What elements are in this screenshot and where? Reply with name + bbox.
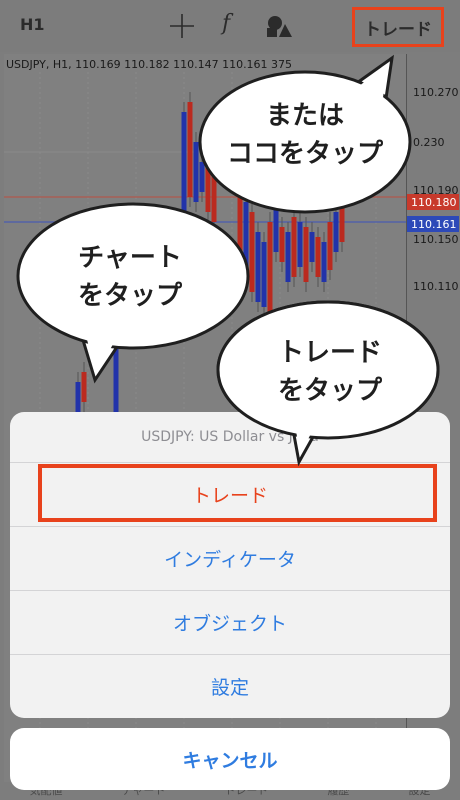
callout-line: または (265, 101, 344, 131)
callout-line: をタップ (277, 375, 382, 406)
action-sheet-title: USDJPY: US Dollar vs Japa (10, 412, 450, 463)
callout-text-right: トレード をタップ (225, 335, 435, 410)
sheet-item-objects[interactable]: オブジェクト (10, 591, 450, 655)
sheet-item-indicators[interactable]: インディケータ (10, 527, 450, 591)
sheet-item-settings[interactable]: 設定 (10, 655, 450, 718)
cancel-button[interactable]: キャンセル (10, 728, 450, 790)
trade-highlight-box (38, 464, 437, 522)
callout-line: をタップ (77, 280, 182, 311)
callout-line: ココをタップ (226, 138, 383, 169)
callout-text-left: チャート をタップ (30, 240, 230, 315)
callout-text-top-right: または ココをタップ (205, 98, 405, 173)
action-sheet: USDJPY: US Dollar vs Japa トレード インディケータ オ… (10, 412, 450, 718)
callout-line: トレード (277, 338, 382, 368)
callout-line: チャート (78, 243, 182, 273)
